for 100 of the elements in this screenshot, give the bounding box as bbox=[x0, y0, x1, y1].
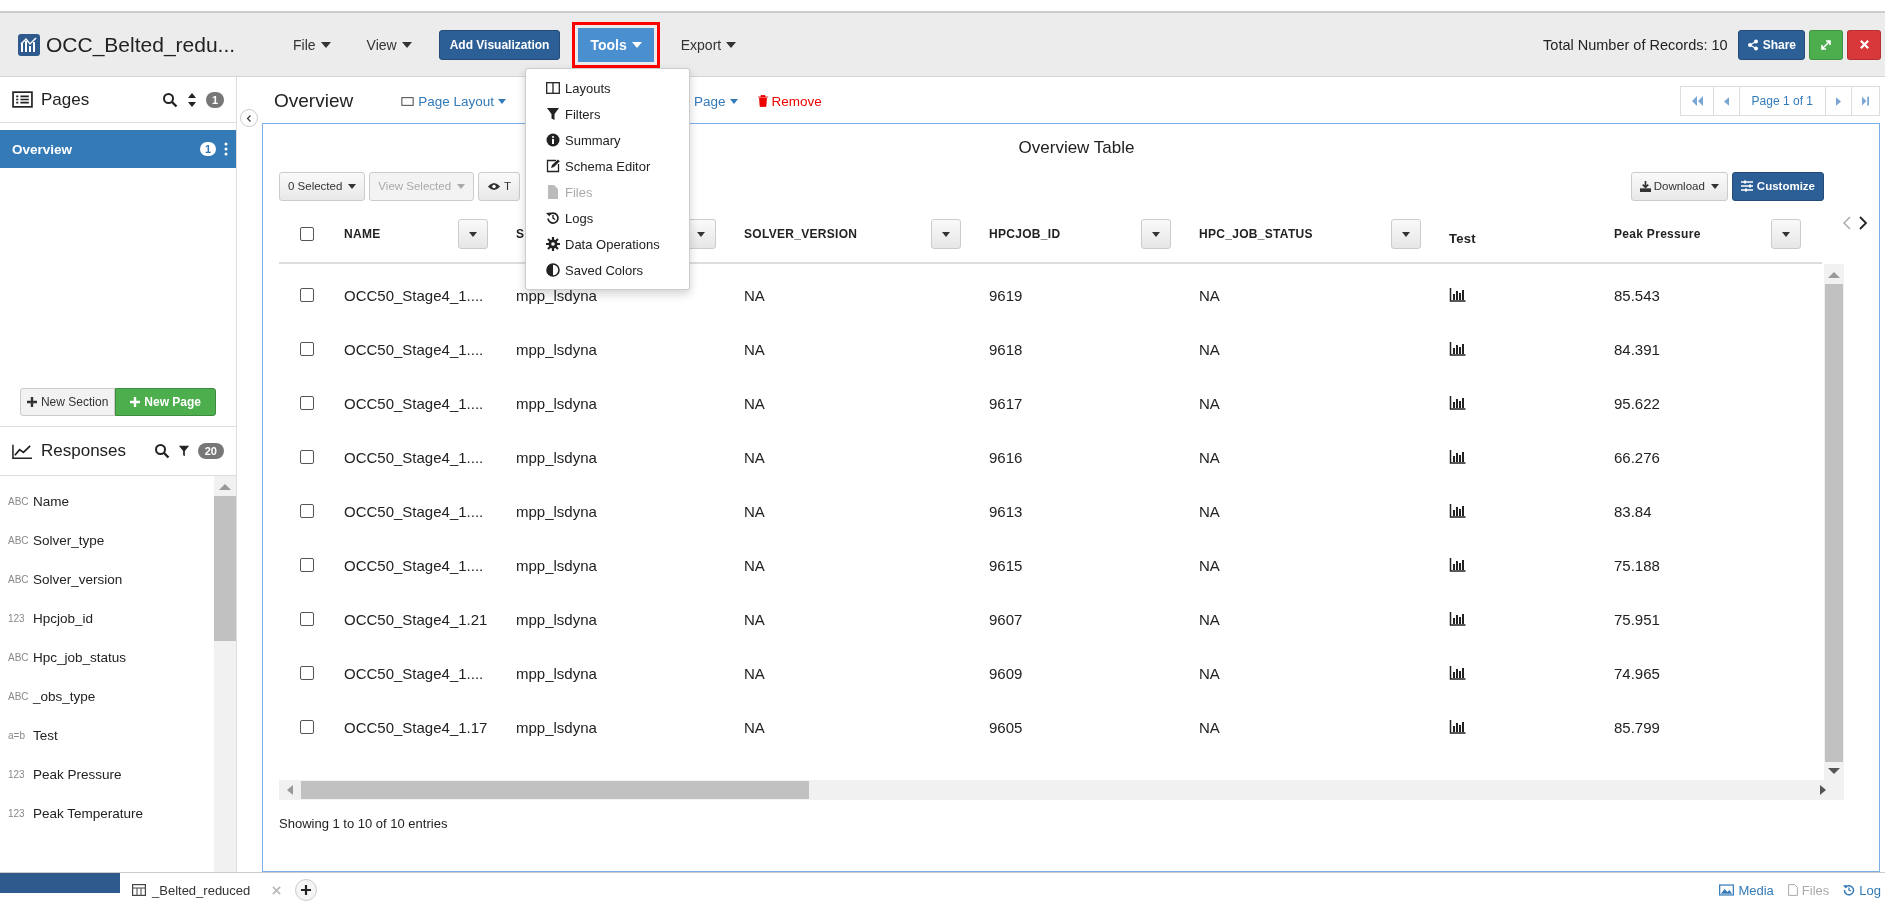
double-arrow-left-icon bbox=[1690, 96, 1703, 106]
dock-link[interactable]: Log bbox=[1839, 882, 1885, 898]
menu-item[interactable]: Summary bbox=[526, 127, 689, 153]
menu-button[interactable]: File bbox=[284, 29, 340, 60]
table-title: Overview Table bbox=[1018, 138, 1135, 158]
table-cell: 85.799 bbox=[1614, 718, 1660, 736]
menu-item[interactable]: Logs bbox=[526, 205, 689, 231]
search-icon[interactable] bbox=[153, 443, 170, 459]
column-header: SOLVER_VERSION bbox=[744, 227, 858, 241]
table-cell: 85.543 bbox=[1614, 286, 1660, 304]
table-cell: NA bbox=[744, 394, 765, 412]
row-checkbox[interactable] bbox=[299, 720, 314, 734]
dock-link[interactable]: Media bbox=[1715, 882, 1778, 898]
row-checkbox[interactable] bbox=[299, 612, 314, 626]
response-item[interactable]: ABC Solver_type bbox=[0, 521, 214, 560]
scrollbar[interactable] bbox=[214, 476, 236, 872]
first-page-button[interactable] bbox=[1679, 86, 1714, 116]
customize-button[interactable]: Customize bbox=[1731, 171, 1824, 201]
response-item[interactable]: ABC _obs_type bbox=[0, 677, 214, 716]
menu-item[interactable]: Schema Editor bbox=[526, 153, 689, 179]
column-menu-button[interactable] bbox=[1391, 219, 1421, 249]
menu-item[interactable]: Layouts bbox=[526, 75, 689, 101]
chevron-left-icon bbox=[246, 113, 252, 123]
bar-chart-icon[interactable] bbox=[1449, 612, 1466, 626]
table-cell: mpp_lsdyna bbox=[516, 610, 597, 628]
page-layout-dropdown[interactable]: Page Layout bbox=[401, 93, 506, 109]
response-item[interactable]: ABC Hpc_job_status bbox=[0, 638, 214, 677]
row-checkbox[interactable] bbox=[299, 396, 314, 410]
response-item[interactable]: 123 Peak Temperature bbox=[0, 794, 214, 833]
last-page-button[interactable] bbox=[1851, 86, 1880, 116]
row-checkbox[interactable] bbox=[299, 558, 314, 572]
menu-item[interactable]: Filters bbox=[526, 101, 689, 127]
file-icon bbox=[546, 185, 560, 199]
column-menu-button[interactable] bbox=[931, 219, 961, 249]
close-button[interactable] bbox=[1847, 29, 1881, 60]
chart-logo-icon bbox=[18, 33, 40, 56]
response-item[interactable]: ABC Solver_version bbox=[0, 560, 214, 599]
sort-icon[interactable] bbox=[185, 91, 198, 108]
table-cell: mpp_lsdyna bbox=[516, 340, 597, 358]
record-count: Total Number of Records: 10 bbox=[1543, 36, 1728, 53]
scrollbar[interactable] bbox=[279, 780, 1844, 800]
caret-icon bbox=[697, 231, 705, 237]
response-item[interactable]: a=b Test bbox=[0, 716, 214, 755]
scrollbar[interactable] bbox=[1824, 264, 1844, 780]
expand-button[interactable] bbox=[1809, 29, 1843, 60]
new-section-button[interactable]: New Section bbox=[19, 388, 116, 416]
table-cell: NA bbox=[1199, 556, 1220, 574]
menu-button[interactable]: View bbox=[357, 29, 421, 60]
column-menu-button[interactable] bbox=[458, 219, 488, 249]
menu-button[interactable]: Export bbox=[671, 29, 746, 60]
table-cell: OCC50_Stage4_1.... bbox=[344, 502, 484, 520]
kebab-menu-icon[interactable] bbox=[224, 142, 228, 156]
page-title: Overview bbox=[274, 90, 354, 112]
row-checkbox[interactable] bbox=[299, 666, 314, 680]
bar-chart-icon[interactable] bbox=[1449, 720, 1466, 734]
table-cell: mpp_lsdyna bbox=[516, 394, 597, 412]
add-tab-button[interactable] bbox=[295, 879, 318, 901]
bar-chart-icon[interactable] bbox=[1449, 342, 1466, 356]
response-item[interactable]: ABC Name bbox=[0, 482, 214, 521]
document-tab[interactable]: _Belted_reduced bbox=[126, 882, 267, 898]
column-header: S bbox=[516, 227, 525, 241]
response-item[interactable]: 123 Peak Pressure bbox=[0, 755, 214, 794]
image-icon bbox=[1719, 884, 1735, 896]
column-menu-button[interactable] bbox=[1771, 219, 1801, 249]
table-cell: NA bbox=[1199, 340, 1220, 358]
table-icon bbox=[132, 884, 146, 896]
response-item[interactable]: 123 Hpcjob_id bbox=[0, 599, 214, 638]
project-title: OCC_Belted_redu... bbox=[46, 32, 236, 57]
bar-chart-icon[interactable] bbox=[1449, 666, 1466, 680]
share-button[interactable]: Share bbox=[1737, 29, 1805, 60]
bar-chart-icon[interactable] bbox=[1449, 396, 1466, 410]
bar-chart-icon[interactable] bbox=[1449, 558, 1466, 572]
filter-icon[interactable] bbox=[177, 443, 190, 459]
trash-icon bbox=[757, 95, 768, 107]
caret-icon bbox=[469, 231, 477, 237]
bar-chart-icon[interactable] bbox=[1449, 288, 1466, 302]
add-visualization-button[interactable]: Add Visualization bbox=[438, 29, 561, 60]
collapse-button[interactable] bbox=[240, 109, 258, 127]
caret-icon bbox=[348, 183, 357, 189]
row-checkbox[interactable] bbox=[299, 342, 314, 356]
table-cell: NA bbox=[1199, 502, 1220, 520]
page-item[interactable]: Overview 1 bbox=[0, 130, 236, 168]
select-all-checkbox[interactable] bbox=[299, 227, 314, 241]
bar-chart-icon[interactable] bbox=[1449, 504, 1466, 518]
toolbar-button[interactable]: T bbox=[478, 171, 521, 201]
table-cell: 75.188 bbox=[1614, 556, 1660, 574]
chevron-right-icon[interactable] bbox=[1859, 216, 1867, 230]
bar-chart-icon[interactable] bbox=[1449, 450, 1466, 464]
remove-button[interactable]: Remove bbox=[757, 93, 822, 109]
add-page-dropdown[interactable]: Page bbox=[694, 93, 738, 109]
column-menu-button[interactable] bbox=[1141, 219, 1171, 249]
table-cell: NA bbox=[744, 340, 765, 358]
row-checkbox[interactable] bbox=[299, 288, 314, 302]
row-checkbox[interactable] bbox=[299, 450, 314, 464]
search-icon[interactable] bbox=[161, 91, 178, 108]
toolbar-button[interactable]: 0 Selected bbox=[279, 171, 366, 201]
row-checkbox[interactable] bbox=[299, 504, 314, 518]
menu-item[interactable]: Data Operations bbox=[526, 231, 689, 257]
download-button[interactable]: Download bbox=[1630, 171, 1728, 201]
menu-item[interactable]: Saved Colors bbox=[526, 257, 689, 283]
